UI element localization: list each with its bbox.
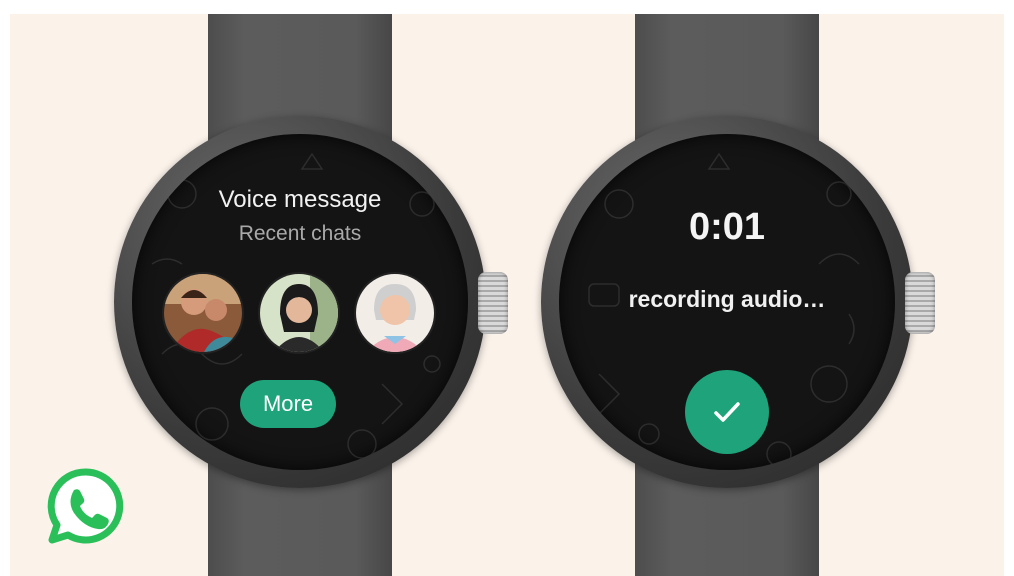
checkmark-icon <box>714 402 740 422</box>
product-banner: Voice message Recent chats More 0:01 rec… <box>10 14 1004 576</box>
contact-avatar-woman[interactable] <box>260 274 338 352</box>
recording-status: recording audio… <box>628 286 826 312</box>
recording-timer: 0:01 <box>688 206 766 248</box>
watch-voice-message: Voice message Recent chats More <box>110 14 510 576</box>
recent-chats-list <box>132 274 468 354</box>
contact-avatar-older-woman[interactable] <box>356 274 434 352</box>
whatsapp-logo-icon <box>47 468 124 544</box>
watch-crown[interactable] <box>478 272 508 334</box>
screen-subtitle: Recent chats <box>238 222 362 245</box>
watch-screen: Voice message Recent chats More <box>132 134 468 470</box>
watch-recording: 0:01 recording audio… <box>537 14 937 576</box>
confirm-send-button[interactable] <box>685 370 769 454</box>
more-button[interactable]: More <box>240 380 336 428</box>
watch-screen: 0:01 recording audio… <box>559 134 895 470</box>
watch-crown[interactable] <box>905 272 935 334</box>
screen-title: Voice message <box>218 186 382 213</box>
contact-avatar-couple[interactable] <box>164 274 242 352</box>
